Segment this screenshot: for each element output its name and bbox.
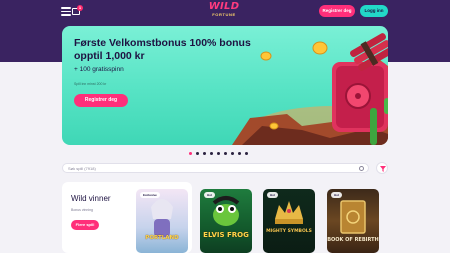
winners-subtitle: Bonus vinning xyxy=(71,208,93,212)
search-icon[interactable] xyxy=(359,166,364,171)
logo-text-fortune: FORTUNE xyxy=(212,12,236,17)
carousel-dot-4[interactable] xyxy=(210,152,213,155)
hero-banner[interactable]: Første Velkomstbonus 100% bonus opptil 1… xyxy=(62,26,388,145)
game-title: BOOK OF REBIRTH xyxy=(327,237,379,243)
hero-safe-dynamite-illustration xyxy=(232,33,388,145)
notification-badge: 1 xyxy=(77,5,83,11)
hero-subtitle: + 100 gratisspinn xyxy=(74,66,124,73)
search-placeholder: Søk spill (7918) xyxy=(68,166,96,171)
carousel-dot-3[interactable] xyxy=(203,152,206,155)
game-title: MIGHTY SYMBOLS xyxy=(266,229,312,234)
carousel-pagination xyxy=(189,152,264,156)
register-button[interactable]: Registrer deg xyxy=(319,5,355,17)
carousel-dot-7[interactable] xyxy=(231,152,234,155)
carousel-dot-6[interactable] xyxy=(224,152,227,155)
carousel-dot-5[interactable] xyxy=(217,152,220,155)
game-title: PORTLAND xyxy=(145,235,179,241)
wild-fortune-logo[interactable]: WILD FORTUNE xyxy=(204,2,244,20)
carousel-dot-9[interactable] xyxy=(245,152,248,155)
game-tile-1[interactable]: Exclusive PORTLAND xyxy=(136,189,188,253)
carousel-dot-8[interactable] xyxy=(238,152,241,155)
hero-min-deposit: Spill inn minst 200 kr xyxy=(74,82,107,86)
game-tile-2[interactable]: Hot ELVIS FROG xyxy=(200,189,252,253)
game-tile-3[interactable]: Hot MIGHTY SYMBOLS xyxy=(263,189,315,253)
game-art-book xyxy=(340,200,366,234)
game-tile-4[interactable]: Hot BOOK OF REBIRTH xyxy=(327,189,379,253)
login-button[interactable]: Logg inn xyxy=(360,5,388,17)
winners-title: Wild vinner xyxy=(71,194,111,203)
game-title: ELVIS FROG xyxy=(203,231,249,239)
game-search-input[interactable]: Søk spill (7918) xyxy=(62,163,369,173)
hero-register-button[interactable]: Registrer deg xyxy=(74,94,128,107)
filter-icon xyxy=(380,166,386,172)
carousel-dot-1[interactable] xyxy=(189,152,192,155)
more-games-button[interactable]: Flere spill xyxy=(71,220,99,230)
logo-text-wild: WILD xyxy=(208,1,240,12)
carousel-dot-2[interactable] xyxy=(196,152,199,155)
game-art-character xyxy=(151,199,173,237)
game-art-frog xyxy=(212,196,240,226)
hamburger-menu-icon[interactable] xyxy=(61,7,71,16)
filter-button[interactable] xyxy=(376,162,388,174)
game-art-crown xyxy=(275,201,303,224)
